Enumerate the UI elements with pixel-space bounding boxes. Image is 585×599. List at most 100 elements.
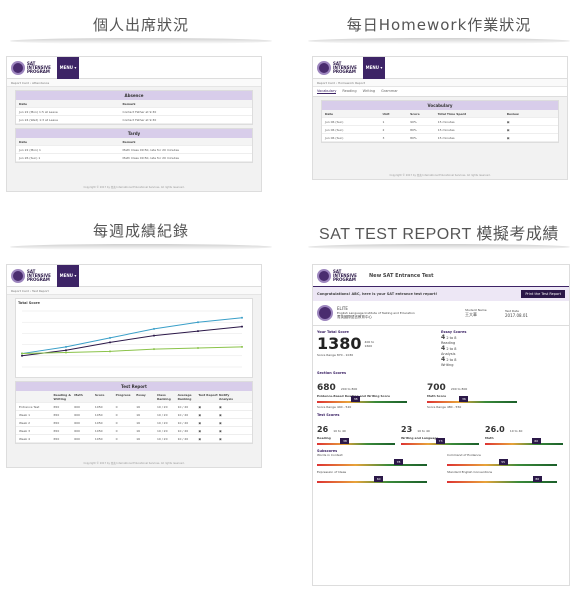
data-point <box>21 352 23 355</box>
menu-button[interactable]: MENU ▾ <box>363 57 385 79</box>
table-row: Week 2 650 600 1050 0 16 10 / 20 10 / 20 ▣ ▣ <box>16 419 252 427</box>
school-info: ELITE English Language Institute of Test… <box>313 301 569 326</box>
data-point <box>153 334 155 337</box>
table-row: Jun 06 (Sun) 1 90% 15 minutes ▣ <box>322 118 558 126</box>
report-icon[interactable]: ▣ <box>198 405 219 409</box>
logo <box>317 60 331 75</box>
header: SAT INTENSIVE PROGRAM MENU ▾ <box>7 265 261 287</box>
data-point <box>153 348 155 351</box>
test-score: 26 10 to 40 Reading 38 <box>317 417 395 445</box>
analysis-icon[interactable]: ▣ <box>219 405 240 409</box>
title-sat-report: SAT TEST REPORT 模擬考成績 <box>319 226 559 243</box>
subscores: Subscores Words in Context 78 Command of E… <box>313 449 569 483</box>
table-row: Jun 26 (Sun) 1 Math Class 09:50, late for… <box>16 154 252 162</box>
title-divider <box>308 38 570 44</box>
tab-writing[interactable]: Writing <box>363 89 376 94</box>
logo <box>11 268 25 283</box>
logo <box>11 60 25 75</box>
data-point <box>109 341 111 344</box>
logo <box>317 268 331 283</box>
test-scores: Test Scores 26 10 to 40 Reading 38 23 10 to… <box>313 409 569 449</box>
essay-score: 4 2 to 8 Analysis <box>441 345 457 356</box>
math-bar: 36 <box>427 396 517 403</box>
table-header: Reading & Writing Math Score Progress Essay C… <box>16 391 252 403</box>
subscore: Command of Evidence 55 <box>447 453 557 466</box>
data-point <box>21 354 23 357</box>
series-line-regional <box>21 346 243 355</box>
report-icon[interactable]: ▣ <box>198 437 219 441</box>
tardy-title: Tardy <box>16 129 252 138</box>
subscore: Expression of Ideas 60 <box>317 470 427 483</box>
analysis-icon[interactable]: ▣ <box>219 413 240 417</box>
footer: Copyright © 2017 by 菁英 International Edu… <box>83 462 185 465</box>
report-title: New SAT Entrance Test <box>369 272 434 279</box>
subscore: Words in Context 78 <box>317 453 427 466</box>
total-score-chart <box>21 310 243 368</box>
absence-table: Absence Date Remark Jun 22 (Mon) 1:5 at L… <box>15 90 253 125</box>
review-icon[interactable]: ▣ <box>507 128 510 132</box>
menu-button[interactable]: MENU ▾ <box>57 57 79 79</box>
chart-box: Total Score <box>15 298 253 378</box>
title-weekly: 每週成績紀錄 <box>92 222 189 240</box>
header: SAT INTENSIVE PROGRAM New SAT Entrance Tes… <box>313 265 569 287</box>
school-logo <box>317 305 333 321</box>
report-icon[interactable]: ▣ <box>198 421 219 425</box>
print-report-button[interactable]: Print the Test Report <box>521 290 565 298</box>
brand: SAT INTENSIVE PROGRAM <box>27 268 51 282</box>
table-row: Entrance Test 650 600 1050 0 16 10 / 20 10 / 20… <box>16 403 252 411</box>
menu-button[interactable]: MENU ▾ <box>57 265 79 287</box>
sat-report-screenshot: SAT INTENSIVE PROGRAM New SAT Entrance Tes… <box>312 264 570 586</box>
table-row: Jun 22 (Mon) 1:5 at Leave Contact Father … <box>16 108 252 116</box>
test-report-table: Test Report Reading & Writing Math Score Pr… <box>15 381 253 444</box>
table-row: Week 1 650 600 1050 0 16 10 / 20 10 / 20 ▣ ▣ <box>16 411 252 419</box>
title-attendance: 個人出席狀況 <box>92 16 189 34</box>
data-point <box>241 325 243 328</box>
chart-title: Total Score <box>18 301 40 305</box>
header: SAT INTENSIVE PROGRAM MENU ▾ <box>7 57 261 79</box>
tab-grammar[interactable]: Grammar <box>381 89 398 94</box>
footer: Copyright © 2017 by 菁英 International Edu… <box>83 186 185 189</box>
report-icon[interactable]: ▣ <box>198 429 219 433</box>
data-point <box>65 345 67 348</box>
table-row: Jun 06 (Sun) 2 80% 15 minutes ▣ <box>322 126 558 134</box>
table-row: Week 3 650 600 1050 0 16 10 / 20 10 / 20 ▣ ▣ <box>16 427 252 435</box>
title-divider <box>10 244 272 250</box>
total-score: 1380 <box>317 334 362 353</box>
footer: Copyright © 2017 by 菁英 International Edu… <box>389 174 491 177</box>
analysis-icon[interactable]: ▣ <box>219 421 240 425</box>
series-line-me <box>21 326 243 357</box>
data-point <box>241 316 243 319</box>
tardy-table: Tardy Date Remark Jun 22 (Mon) 1 Math Clas… <box>15 128 253 163</box>
essay-score: 4 2 to 8 Writing <box>441 356 457 367</box>
table-header: Date Unit Score Total Time Spent Review <box>322 110 558 118</box>
banner: Congratulations! ABC, here is your SAT e… <box>313 287 569 301</box>
review-icon[interactable]: ▣ <box>507 120 510 124</box>
section-scores: Section Scores 680 200 to 800 Evidence-Ba… <box>313 371 569 409</box>
tab-vocabulary[interactable]: Vocabulary <box>317 89 337 94</box>
subscore: Standard English Conventions 86 <box>447 470 557 483</box>
essay-score: 4 2 to 8 Reading <box>441 334 457 345</box>
breadcrumb: Report Card › Attendance <box>7 79 261 87</box>
homework-tabs: Vocabulary Reading Writing Grammar <box>313 87 567 97</box>
breadcrumb: Report Card › Test Report <box>7 287 261 295</box>
tab-reading[interactable]: Reading <box>342 89 356 94</box>
series-line-class <box>21 317 243 355</box>
analysis-icon[interactable]: ▣ <box>219 437 240 441</box>
report-icon[interactable]: ▣ <box>198 413 219 417</box>
header: SAT INTENSIVE PROGRAM MENU ▾ <box>313 57 567 79</box>
brand: SAT INTENSIVE PROGRAM <box>333 60 357 74</box>
weekly-screenshot: SAT INTENSIVE PROGRAM MENU ▾ Report Card ›… <box>6 264 262 468</box>
table-row: Jun 22 (Mon) 1 Math Class 09:50, late for… <box>16 146 252 154</box>
analysis-icon[interactable]: ▣ <box>219 429 240 433</box>
data-point <box>109 336 111 339</box>
breadcrumb: Report Card › Homework Report <box>313 79 567 87</box>
test-report-title: Test Report <box>16 382 252 391</box>
test-score: 23 10 to 40 Writing and Language 73 <box>401 417 479 445</box>
table-row: Jun 06 (Sun) 3 80% 15 minutes ▣ <box>322 134 558 142</box>
table-row: Jun 24 (Wed) 1:3 at Leave Contact Father … <box>16 116 252 124</box>
homework-screenshot: SAT INTENSIVE PROGRAM MENU ▾ Report Card ›… <box>312 56 568 180</box>
data-point <box>197 330 199 333</box>
table-header: Date Remark <box>16 100 252 108</box>
brand: SAT INTENSIVE PROGRAM <box>333 268 357 282</box>
review-icon[interactable]: ▣ <box>507 136 510 140</box>
